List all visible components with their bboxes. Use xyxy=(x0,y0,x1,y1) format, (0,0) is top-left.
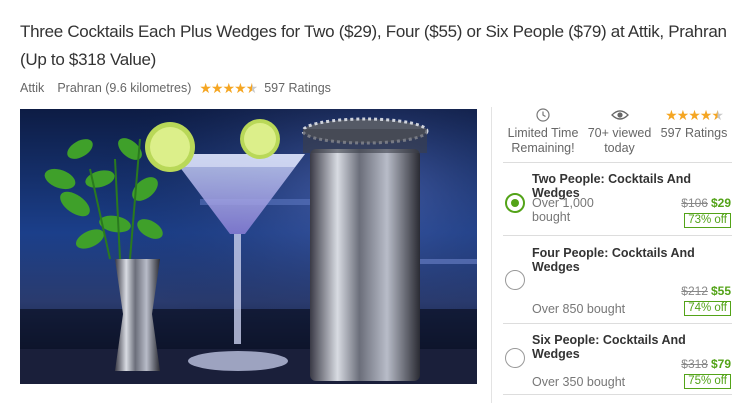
location-link[interactable]: Prahran (9.6 kilometres) xyxy=(57,81,191,95)
rating-stars: ★ ★ ★ ★ ★ xyxy=(656,107,732,123)
deal-title: Three Cocktails Each Plus Wedges for Two… xyxy=(20,22,727,69)
discount-badge: 75% off xyxy=(684,374,731,389)
eye-icon xyxy=(586,107,654,123)
merchant-link[interactable]: Attik xyxy=(20,81,44,95)
limited-time-line1: Limited Time xyxy=(507,126,579,140)
option-two-people[interactable]: Two People: Cocktails And Wedges Over 1,… xyxy=(503,163,732,236)
ratings-link[interactable]: 597 Ratings xyxy=(264,81,331,95)
deal-stats: Limited Time Remaining! 70+ viewed today… xyxy=(503,107,732,163)
original-price: $318 xyxy=(681,357,708,371)
deal-image[interactable] xyxy=(20,109,477,384)
star-icon: ★ xyxy=(688,107,701,123)
limited-time-stat: Limited Time Remaining! xyxy=(503,107,583,162)
viewed-line1: 70+ viewed xyxy=(587,126,652,140)
deal-options-panel: Limited Time Remaining! 70+ viewed today… xyxy=(503,107,732,395)
star-icon: ★ xyxy=(699,107,713,123)
vertical-divider xyxy=(491,107,492,403)
original-price: $212 xyxy=(681,284,708,298)
star-icon: ★ xyxy=(234,80,247,96)
limited-time-line2: Remaining! xyxy=(511,141,575,155)
option-bought-line2: bought xyxy=(532,210,571,224)
half-star-icon: ★ xyxy=(245,80,259,96)
option-bought: Over 350 bought xyxy=(532,375,626,389)
option-radio-selected[interactable] xyxy=(505,193,525,213)
option-title: Four People: Cocktails And Wedges xyxy=(532,246,695,274)
option-prices: $106 $29 73% off xyxy=(681,196,731,228)
original-price: $106 xyxy=(681,196,708,210)
option-prices: $212 $55 74% off xyxy=(681,284,731,316)
rating-stars: ★ ★ ★ ★ ★ xyxy=(199,80,259,96)
star-icon: ★ xyxy=(222,80,236,96)
option-prices: $318 $79 75% off xyxy=(681,357,731,389)
rating-count: 597 Ratings xyxy=(660,126,728,140)
deal-price: $55 xyxy=(710,284,731,298)
cocktail-photo xyxy=(20,109,477,384)
discount-badge: 73% off xyxy=(684,213,731,228)
deal-price: $79 xyxy=(710,357,731,371)
viewed-stat: 70+ viewed today xyxy=(586,107,654,162)
star-icon: ★ xyxy=(199,80,212,96)
clock-icon xyxy=(503,107,583,123)
option-four-people[interactable]: Four People: Cocktails And Wedges Over 8… xyxy=(503,236,732,324)
option-radio[interactable] xyxy=(505,348,525,368)
option-bought: Over 850 bought xyxy=(532,302,626,316)
option-bought-line1: Over 1,000 xyxy=(532,196,594,210)
half-star-icon: ★ xyxy=(711,107,724,123)
rating-stat[interactable]: ★ ★ ★ ★ ★ 597 Ratings xyxy=(656,107,732,162)
option-six-people[interactable]: Six People: Cocktails And Wedges Over 35… xyxy=(503,324,732,395)
deal-price: $29 xyxy=(710,196,731,210)
deal-meta: Attik Prahran (9.6 kilometres) ★ ★ ★ ★ ★… xyxy=(20,80,331,96)
discount-badge: 74% off xyxy=(684,301,731,316)
star-icon: ★ xyxy=(665,107,678,123)
star-icon: ★ xyxy=(210,80,224,96)
option-radio[interactable] xyxy=(505,270,525,290)
star-icon: ★ xyxy=(676,107,690,123)
viewed-line2: today xyxy=(604,141,635,155)
